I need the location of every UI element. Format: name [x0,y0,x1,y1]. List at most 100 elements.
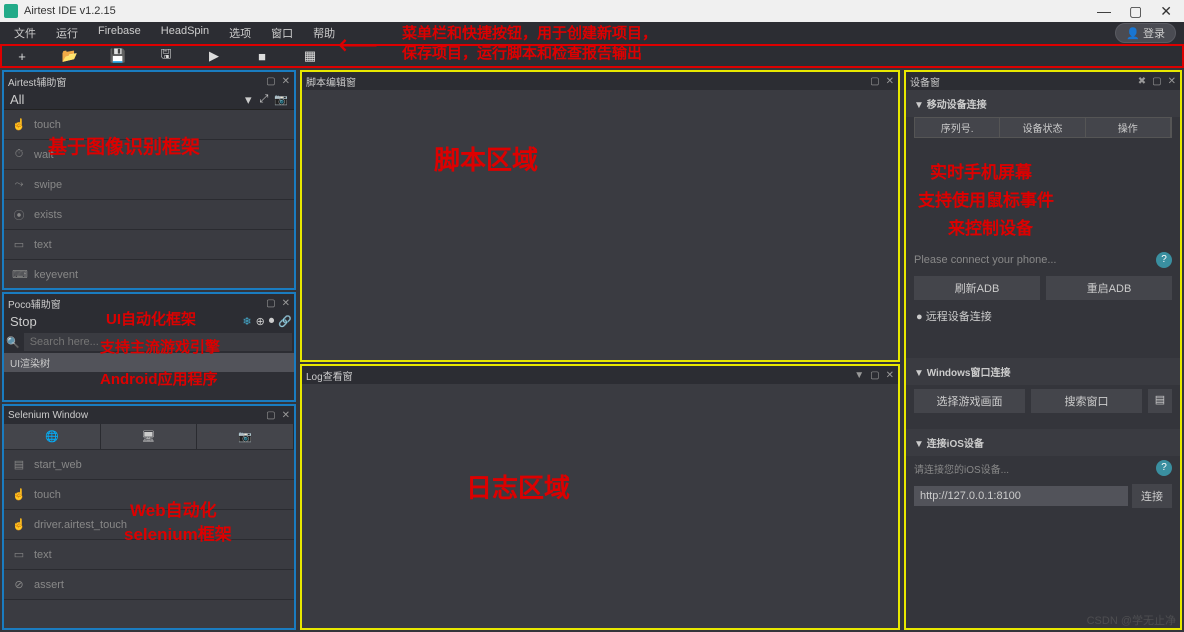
close-button[interactable]: ✕ [1160,3,1172,20]
keyevent-icon: ⌨ [12,268,26,281]
mobile-section-header[interactable]: ▼ 移动设备连接 [906,90,1180,117]
help-icon[interactable]: ? [1156,460,1172,476]
airtest-item-text[interactable]: ▭text [4,230,294,260]
swipe-icon: ⤳ [12,178,26,191]
saveas-icon[interactable]: 🖫 [154,45,178,67]
attach-icon[interactable]: 🔗 [278,315,292,328]
tools-icon[interactable]: ✖ [1138,76,1146,87]
ios-section-header[interactable]: ▼ 连接iOS设备 [906,429,1180,456]
menu-window[interactable]: 窗口 [261,22,303,44]
save-icon[interactable]: 💾 [106,48,130,64]
airtest-item-exists[interactable]: ⦿exists [4,200,294,230]
camera-icon[interactable]: 📷 [274,93,288,106]
script-panel: 脚本编辑窗 ▢ ✕ [300,70,900,362]
poco-panel: Poco辅助窗 ▢ ✕ Stop ❄ ⊕ ⏺ 🔗 🔍 UI渲染树 [2,292,296,402]
poco-mode[interactable]: Stop [6,314,41,329]
panel-restore-icon[interactable]: ▢ [266,410,275,421]
search-window-button[interactable]: 搜索窗口 [1031,389,1142,413]
open-icon[interactable]: 📂 [58,48,82,64]
ios-msg: 请连接您的iOS设备... [914,461,1152,476]
menu-options[interactable]: 选项 [219,22,261,44]
log-title: Log查看窗 [306,368,353,383]
script-title: 脚本编辑窗 [306,74,356,89]
panel-restore-icon[interactable]: ▢ [1152,76,1161,87]
selenium-panel: Selenium Window ▢ ✕ 🌐 🖥 📷 ▤start_web ☝tou… [2,404,296,630]
app-logo-icon [4,4,18,18]
device-panel: 设备窗 ✖ ▢ ✕ ▼ 移动设备连接 序列号. 设备状态 操作 Please con… [904,70,1182,630]
record-icon[interactable]: ⏺ [269,315,275,328]
window-titlebar: Airtest IDE v1.2.15 — ▢ ✕ [0,0,1184,22]
assert-icon: ⊘ [12,578,26,591]
ios-ip-input[interactable] [914,486,1128,506]
airtest-item-swipe[interactable]: ⤳swipe [4,170,294,200]
select-game-button[interactable]: 选择游戏画面 [914,389,1025,413]
minimize-button[interactable]: — [1097,3,1111,20]
selenium-item-touch[interactable]: ☝touch [4,480,294,510]
panel-close-icon[interactable]: ✕ [282,298,290,309]
filter-icon[interactable]: ▼ [854,370,864,381]
panel-restore-icon[interactable]: ▢ [266,298,275,309]
ios-connect-button[interactable]: 连接 [1132,484,1172,508]
panel-close-icon[interactable]: ✕ [886,76,894,87]
text-icon: ▭ [12,548,26,561]
watermark: CSDN @学无止净 [1087,612,1176,628]
selenium-web-icon[interactable]: 🌐 [4,424,101,449]
refresh-adb-button[interactable]: 刷新ADB [914,276,1040,300]
startweb-icon: ▤ [12,458,26,471]
menubar-strip: 文件 运行 Firebase HeadSpin 选项 窗口 帮助 👤 登录 [0,22,1184,44]
panel-close-icon[interactable]: ✕ [282,410,290,421]
remote-connect-label[interactable]: ● 远程设备连接 [906,304,1180,328]
log-panel: Log查看窗 ▼ ▢ ✕ [300,364,900,630]
locate-icon[interactable]: ⊕ [256,315,265,328]
selenium-item-assert[interactable]: ⊘assert [4,570,294,600]
panel-restore-icon[interactable]: ▢ [266,76,275,87]
poco-search-input[interactable] [24,333,292,351]
panel-close-icon[interactable]: ✕ [886,370,894,381]
touch-icon: ☝ [12,488,26,501]
panel-restore-icon[interactable]: ▢ [870,370,879,381]
panel-close-icon[interactable]: ✕ [282,76,290,87]
selenium-title: Selenium Window [8,410,88,421]
airtest-item-touch[interactable]: ☝touch [4,110,294,140]
touch-icon: ☝ [12,118,26,131]
panel-close-icon[interactable]: ✕ [1168,76,1176,87]
maximize-button[interactable]: ▢ [1129,3,1142,20]
freeze-icon[interactable]: ❄ [242,315,251,328]
window-more-icon[interactable]: ▤ [1148,389,1172,413]
selenium-capture-icon[interactable]: 📷 [197,424,294,449]
menu-file[interactable]: 文件 [4,22,46,44]
restart-adb-button[interactable]: 重启ADB [1046,276,1172,300]
device-title: 设备窗 [910,74,940,89]
selenium-item-startweb[interactable]: ▤start_web [4,450,294,480]
exists-icon: ⦿ [12,207,26,223]
airtest-item-keyevent[interactable]: ⌨keyevent [4,260,294,288]
device-table-header: 序列号. 设备状态 操作 [914,117,1172,138]
report-icon[interactable]: ▦ [298,48,322,64]
search-icon: 🔍 [6,336,20,349]
connect-msg: Please connect your phone... [914,254,1152,266]
airtest-item-wait[interactable]: ⏱wait [4,140,294,170]
expand-icon[interactable]: ⤢ [259,93,268,106]
text-icon: ▭ [12,238,26,251]
window-title: Airtest IDE v1.2.15 [24,5,116,17]
menu-run[interactable]: 运行 [46,22,88,44]
menu-help[interactable]: 帮助 [303,22,345,44]
poco-title: Poco辅助窗 [8,296,61,311]
selenium-item-text[interactable]: ▭text [4,540,294,570]
script-editor[interactable] [302,90,898,360]
run-icon[interactable]: ▶ [202,48,226,64]
stop-icon[interactable]: ■ [250,49,274,64]
menu-headspin[interactable]: HeadSpin [151,22,219,44]
panel-restore-icon[interactable]: ▢ [870,76,879,87]
selenium-item-airtesttouch[interactable]: ☝driver.airtest_touch [4,510,294,540]
selenium-screen-icon[interactable]: 🖥 [101,424,198,449]
airtest-dropdown[interactable]: All▾ ⤢📷 [4,90,294,110]
windows-section-header[interactable]: ▼ Windows窗口连接 [906,358,1180,385]
menu-firebase[interactable]: Firebase [88,22,151,44]
help-icon[interactable]: ? [1156,252,1172,268]
poco-tree-label: UI渲染树 [4,353,294,372]
new-icon[interactable]: + [10,49,34,64]
airtest-title: Airtest辅助窗 [8,74,66,89]
login-button[interactable]: 👤 登录 [1115,23,1176,43]
log-viewer[interactable] [302,384,898,628]
